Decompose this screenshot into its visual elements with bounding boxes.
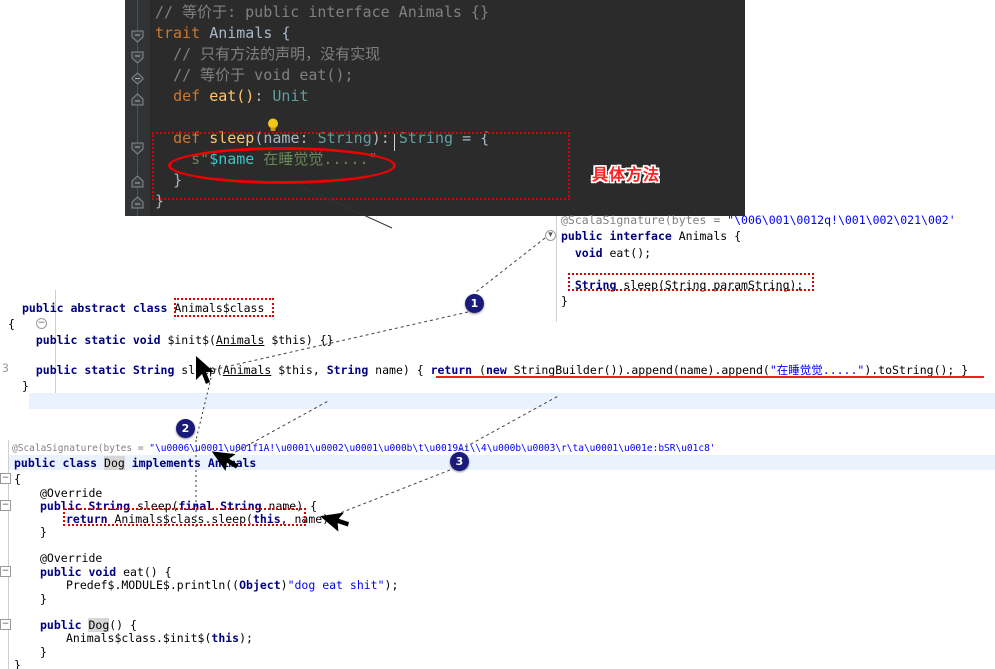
scala-trait-close: } — [155, 192, 165, 210]
animals-kw-return: return — [430, 363, 473, 377]
dog-eat-fold-toggle[interactable]: − — [0, 566, 11, 577]
scala-trait-name: Animals — [209, 24, 273, 42]
scala-comment-3: // 等价于 void eat(); — [173, 66, 354, 84]
scala-method-sleep: sleep — [209, 129, 255, 147]
animals-kw-public: public — [22, 301, 64, 315]
decompiled-animals-class[interactable]: public abstract class Animals$class — [22, 300, 264, 316]
scala-sleep-close: } — [173, 171, 183, 189]
fold-marker-end-b[interactable] — [131, 194, 144, 209]
dog-eat-close: } — [40, 592, 47, 606]
interface-method-sleep: sleep(String paramString); — [623, 278, 804, 293]
dog-scala-signature-line: @ScalaSignature(bytes = @ScalaSignature(… — [12, 443, 716, 454]
animals-class-gutter-number: 3 — [2, 361, 9, 375]
interface-kw-string: String — [574, 278, 617, 293]
fold-marker-region-c[interactable] — [131, 91, 144, 106]
animals-sleep-string: "在睡觉觉....." — [769, 363, 865, 377]
scala-colon-sleep: : — [380, 129, 390, 147]
scala-assign: = — [462, 129, 472, 147]
dog-implements: implements Animals — [124, 456, 257, 470]
scala-comment-1: // 等价于: public interface Animals {} — [155, 3, 489, 21]
dog-class-declaration: public class Dog implements Animals — [14, 455, 256, 471]
scala-interp-prefix: s" — [191, 150, 210, 168]
fold-marker-region-a[interactable] — [131, 49, 144, 64]
scala-kw-def-sleep: def — [173, 129, 201, 147]
annotation-label-concrete-method: 具体方法 — [592, 165, 661, 184]
fold-marker-trait[interactable] — [131, 28, 144, 43]
animals-class-open-brace: { — [8, 317, 15, 331]
interface-signature-bytes: "\006\001\0012q!\001\002\021\002' — [727, 213, 956, 227]
animals-class-name: Animals$class — [174, 301, 265, 315]
animals-class-close-brace: } — [22, 379, 29, 393]
interface-name-animals: Animals — [678, 229, 728, 244]
annotation-badge-1: 1 — [465, 294, 484, 313]
animals-class-init-line: public static void $init$(Animals $this)… — [35, 333, 334, 347]
interface-method-eat: eat(); — [609, 245, 652, 260]
dog-class-fold-toggle[interactable]: − — [0, 473, 11, 484]
scala-code-text: // 等价于: public interface Animals {} trai… — [155, 3, 490, 210]
fold-marker-region-b[interactable] — [131, 70, 144, 85]
screenshot-root: // 等价于: public interface Animals {} trai… — [0, 0, 995, 669]
dog-class-open-brace: { — [14, 472, 21, 486]
scala-comment-2: // 只有方法的声明，没有实现 — [173, 45, 381, 63]
interface-kw-void: void — [574, 245, 603, 260]
dog-ctor-fold-toggle[interactable]: − — [0, 619, 11, 630]
fold-marker-end-a[interactable] — [131, 173, 144, 188]
scala-return-type: String — [398, 129, 454, 147]
scala-kw-trait: trait — [155, 24, 201, 42]
dog-eat-body: Predef$.MODULE$.println((Object)"dog eat… — [66, 578, 399, 592]
animals-kw-abstract: abstract — [70, 301, 126, 315]
annotation-badge-2: 2 — [176, 419, 195, 438]
scala-type-unit: Unit — [272, 87, 309, 105]
animals-class-fold-toggle[interactable]: − — [36, 318, 47, 329]
annotation-badge-3: 3 — [450, 452, 469, 471]
intention-bulb-icon[interactable] — [267, 117, 279, 131]
animals-sleep-return-underline — [436, 376, 984, 378]
animals-kw-class: class — [132, 301, 168, 315]
scala-interp-var: $name — [209, 150, 255, 168]
dog-sleep-fold-toggle[interactable]: − — [0, 500, 11, 511]
scala-interp-rest: 在睡觉觉....." — [254, 150, 378, 168]
scala-param-type: String — [317, 129, 372, 147]
scala-colon-eat: : — [254, 87, 264, 105]
dog-class-close: } — [14, 658, 21, 669]
dog-sleep-body: return Animals$class.sleep(this, name); — [66, 512, 337, 526]
dog-sleep-close: } — [40, 525, 47, 539]
scala-brace-open: { — [281, 24, 291, 42]
dog-class-name: Dog — [104, 456, 125, 470]
interface-kw-interface: interface — [609, 229, 672, 244]
fold-marker-sleep[interactable] — [131, 140, 144, 155]
decompiled-animals-interface[interactable]: @ScalaSignature(bytes = "\006\001\0012q!… — [561, 212, 991, 310]
dog-constructor-body: Animals$class.$init$(this); — [66, 631, 253, 645]
interface-kw-public: public — [561, 229, 603, 244]
interface-scala-signature-annotation: @ScalaSignature(bytes = — [561, 213, 728, 227]
animals-kw-new: new — [485, 363, 507, 377]
dog-eat-string: "dog eat shit" — [287, 578, 385, 592]
scala-method-eat: eat() — [209, 87, 255, 105]
animals-class-caret-line — [29, 393, 995, 409]
dog-kw-public: public class — [14, 456, 105, 470]
interface-fold-toggle[interactable]: ▾ — [545, 230, 556, 241]
interface-panel-left-border — [556, 216, 557, 322]
scala-kw-def-eat: def — [173, 87, 201, 105]
dog-ctor-close: } — [40, 645, 47, 659]
scala-editor-caret — [394, 134, 395, 151]
